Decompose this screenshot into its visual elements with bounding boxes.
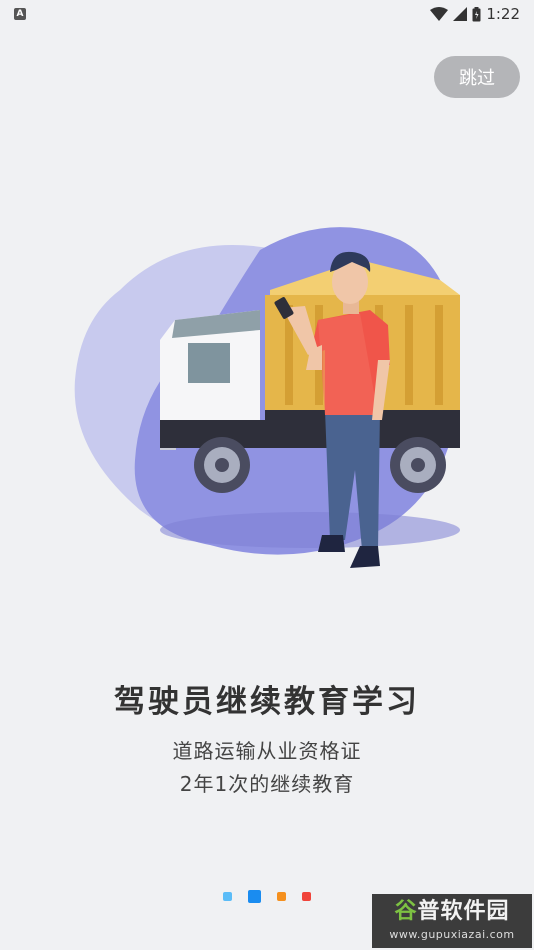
status-bar: A 1:22 bbox=[0, 0, 534, 28]
truck-wheel-front bbox=[194, 437, 250, 493]
page-indicator bbox=[223, 890, 311, 903]
page-dot-4[interactable] bbox=[302, 892, 311, 901]
watermark-logo-part1: 谷 bbox=[394, 899, 418, 924]
subtitle-line-2: 2年1次的继续教育 bbox=[179, 772, 355, 796]
ground-shadow bbox=[160, 512, 460, 548]
watermark-logo: 谷普软件园 www.gupuxiazai.com bbox=[372, 894, 532, 948]
subtitle-line-1: 道路运输从业资格证 bbox=[172, 739, 362, 763]
truck-window bbox=[188, 343, 230, 383]
notification-icon: A bbox=[14, 8, 26, 20]
page-title: 驾驶员继续教育学习 bbox=[114, 684, 420, 720]
watermark-url: www.gupuxiazai.com bbox=[389, 928, 515, 941]
page-dot-3[interactable] bbox=[277, 892, 286, 901]
truck-wheel-rear bbox=[390, 437, 446, 493]
watermark-logo-part2: 普软件园 bbox=[417, 899, 510, 924]
clock: 1:22 bbox=[486, 5, 520, 23]
page-dot-2[interactable] bbox=[248, 890, 261, 903]
wifi-icon bbox=[430, 7, 449, 21]
battery-icon bbox=[472, 6, 481, 21]
signal-icon bbox=[453, 7, 468, 21]
page-dot-1[interactable] bbox=[223, 892, 232, 901]
truck-driver-illustration bbox=[74, 227, 460, 568]
skip-button[interactable]: 跳过 bbox=[434, 56, 520, 98]
